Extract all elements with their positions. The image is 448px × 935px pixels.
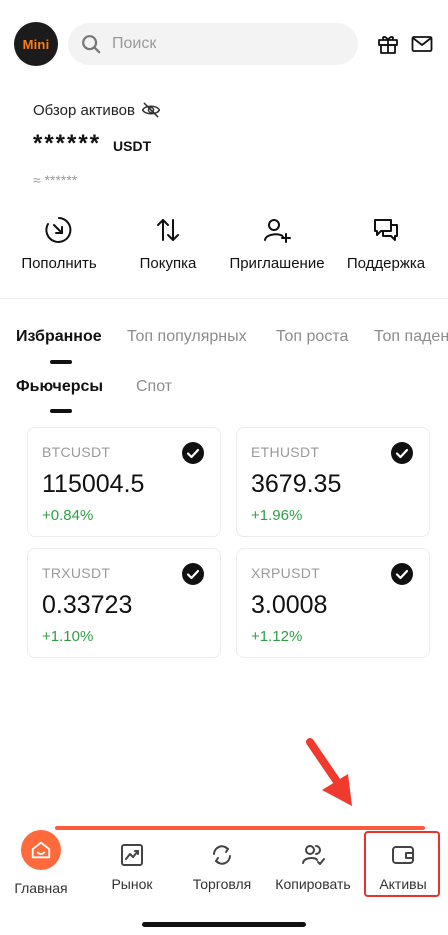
ticker-symbol: ETHUSDT (251, 444, 320, 460)
copy-trade-icon (302, 845, 325, 865)
tab-top-popular[interactable]: Топ популярных (127, 328, 247, 346)
ticker-symbol: TRXUSDT (42, 565, 111, 581)
support-chat-icon (374, 219, 398, 241)
ticker-change: +1.10% (42, 628, 94, 645)
market-chart-icon (121, 844, 143, 866)
invite-user-icon (264, 219, 291, 243)
search-bar[interactable]: Поиск (68, 23, 358, 65)
ticker-price: 3.0008 (251, 591, 328, 619)
search-placeholder: Поиск (112, 35, 157, 52)
tab-top-losers[interactable]: Топ падения (374, 328, 448, 346)
action-support-label: Поддержка (346, 255, 426, 272)
nav-trade[interactable]: Торговля (177, 828, 267, 892)
overview-title-row: Обзор активов (33, 100, 161, 120)
mail-icon[interactable] (410, 32, 434, 56)
nav-market-label: Рынок (111, 876, 153, 892)
ticker-card[interactable]: XRPUSDT 3.0008 +1.12% (236, 548, 430, 658)
tab-favorites[interactable]: Избранное (16, 328, 102, 346)
ticker-price: 0.33723 (42, 591, 133, 619)
assets-highlight-box (364, 831, 440, 897)
action-deposit-label: Пополнить (21, 255, 97, 272)
ticker-card[interactable]: BTCUSDT 115004.5 +0.84% (27, 427, 221, 537)
subtab-spot[interactable]: Спот (136, 378, 172, 396)
ticker-card[interactable]: ETHUSDT 3679.35 +1.96% (236, 427, 430, 537)
ticker-change: +1.12% (251, 628, 303, 645)
logo-text: Mini (22, 36, 50, 52)
action-buy[interactable]: Покупка (113, 215, 223, 272)
nav-home[interactable]: Главная (0, 828, 86, 896)
check-circle-icon[interactable] (182, 563, 204, 585)
ticker-price: 3679.35 (251, 470, 342, 498)
action-invite-label: Приглашение (229, 255, 325, 272)
action-buy-label: Покупка (139, 255, 197, 272)
action-invite[interactable]: Приглашение (222, 215, 332, 272)
top-header: Mini Поиск (14, 22, 434, 66)
check-circle-icon[interactable] (391, 442, 413, 464)
ticker-change: +1.96% (251, 507, 303, 524)
nav-copy[interactable]: Копировать (268, 828, 358, 892)
deposit-icon (45, 217, 72, 243)
ticker-symbol: XRPUSDT (251, 565, 320, 581)
nav-home-label: Главная (14, 880, 68, 896)
check-circle-icon[interactable] (182, 442, 204, 464)
nav-trade-label: Торговля (192, 876, 252, 892)
buy-arrows-icon (157, 219, 179, 241)
quick-actions: Пополнить Покупка Приглашение Поддержка (0, 215, 448, 275)
home-icon (31, 841, 51, 859)
balance-currency: USDT (113, 138, 152, 154)
tab-top-gainers[interactable]: Топ роста (276, 328, 348, 346)
ticker-change: +0.84% (42, 507, 94, 524)
pointer-arrow-icon (306, 738, 352, 806)
trade-swap-icon (213, 845, 231, 865)
market-tabs: Избранное Топ популярных Топ роста Топ п… (16, 328, 448, 368)
app-logo[interactable]: Mini (14, 22, 58, 66)
balance-row: ****** USDT (33, 130, 161, 158)
search-icon (82, 35, 101, 54)
home-indicator (142, 922, 306, 927)
nav-market[interactable]: Рынок (87, 828, 177, 892)
check-circle-icon[interactable] (391, 563, 413, 585)
ticker-price: 115004.5 (42, 470, 145, 498)
section-divider (0, 298, 448, 299)
balance-approx: ≈ ****** (33, 172, 78, 188)
eye-off-icon[interactable] (141, 100, 161, 120)
subtab-active-indicator (50, 409, 72, 413)
ticker-symbol: BTCUSDT (42, 444, 111, 460)
ticker-card[interactable]: TRXUSDT 0.33723 +1.10% (27, 548, 221, 658)
balance-value: ****** (33, 130, 102, 157)
asset-overview: Обзор активов ****** USDT ≈ ****** (33, 100, 161, 188)
nav-copy-label: Копировать (275, 876, 351, 892)
tab-active-indicator (50, 360, 72, 364)
action-support[interactable]: Поддержка (331, 215, 441, 272)
home-button-circle (21, 830, 61, 870)
action-deposit[interactable]: Пополнить (4, 215, 114, 272)
subtab-futures[interactable]: Фьючерсы (16, 378, 103, 396)
gift-icon[interactable] (376, 32, 400, 56)
overview-title: Обзор активов (33, 101, 135, 119)
